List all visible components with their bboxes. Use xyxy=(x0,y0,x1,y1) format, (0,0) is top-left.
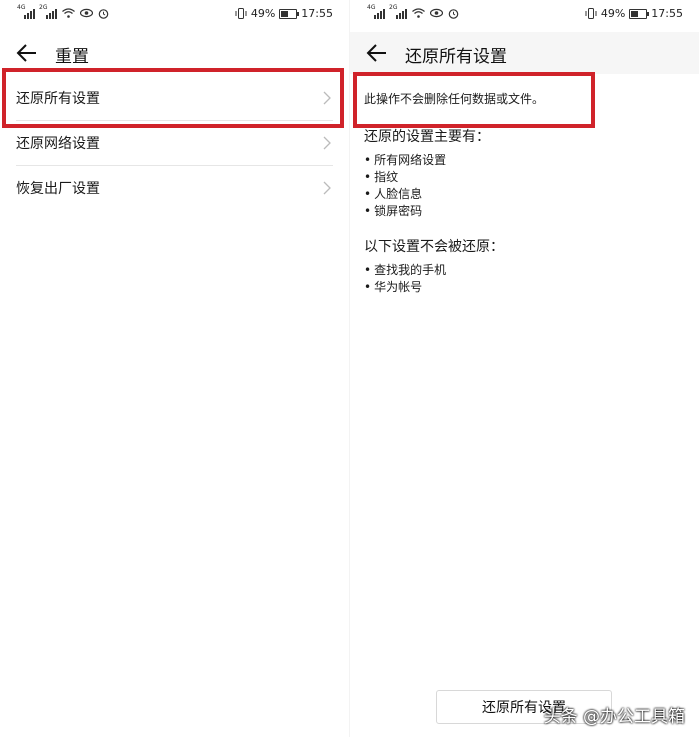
battery-percent: 49% xyxy=(250,7,276,20)
signal-icon: 2G xyxy=(39,4,57,19)
page-title: 还原所有设置 xyxy=(405,47,507,67)
eye-icon xyxy=(80,8,93,18)
watermark: 头条 @办公工具箱 xyxy=(543,707,685,727)
list-item: 华为帐号 xyxy=(364,279,685,296)
app-bar: 还原所有设置 xyxy=(350,32,699,74)
battery-icon xyxy=(279,8,300,19)
list-item: 指纹 xyxy=(364,169,685,186)
vibrate-icon xyxy=(235,8,247,19)
page-title: 重置 xyxy=(55,47,89,67)
alarm-icon xyxy=(448,8,459,19)
reset-screen: 4G 2G 49% 17:55 重置 还原所有设置 还原网络设置 恢复出厂设置 xyxy=(0,0,349,737)
keep-heading: 以下设置不会被还原： xyxy=(364,239,504,255)
clock: 17:55 xyxy=(651,7,683,20)
signal-icon: 4G xyxy=(367,4,385,19)
factory-reset-item[interactable]: 恢复出厂设置 xyxy=(16,166,333,210)
back-arrow-icon[interactable] xyxy=(14,40,40,66)
chevron-right-icon xyxy=(323,181,331,195)
eye-icon xyxy=(430,8,443,18)
highlight-box xyxy=(353,72,595,128)
chevron-right-icon xyxy=(323,136,331,150)
wifi-icon xyxy=(62,8,75,18)
list-item: 查找我的手机 xyxy=(364,262,685,279)
vibrate-icon xyxy=(585,8,597,19)
signal-icon: 4G xyxy=(17,4,35,19)
signal-icon: 2G xyxy=(389,4,407,19)
status-bar: 4G 2G 49% 17:55 xyxy=(350,0,699,30)
status-bar: 4G 2G 49% 17:55 xyxy=(0,0,349,30)
battery-icon xyxy=(629,8,650,19)
list-item-label: 还原网络设置 xyxy=(16,136,100,152)
reset-heading: 还原的设置主要有： xyxy=(364,129,490,145)
list-item: 所有网络设置 xyxy=(364,152,685,169)
reset-all-settings-screen: 4G 2G 49% 17:55 还原所有设置 此操作不会删除任何数据或文件。 还… xyxy=(350,0,699,737)
back-arrow-icon[interactable] xyxy=(364,40,390,66)
wifi-icon xyxy=(412,8,425,18)
alarm-icon xyxy=(98,8,109,19)
list-item: 人脸信息 xyxy=(364,186,685,203)
list-item: 锁屏密码 xyxy=(364,203,685,220)
battery-percent: 49% xyxy=(600,7,626,20)
highlight-box xyxy=(2,68,344,128)
clock: 17:55 xyxy=(301,7,333,20)
list-item-label: 恢复出厂设置 xyxy=(16,181,100,197)
